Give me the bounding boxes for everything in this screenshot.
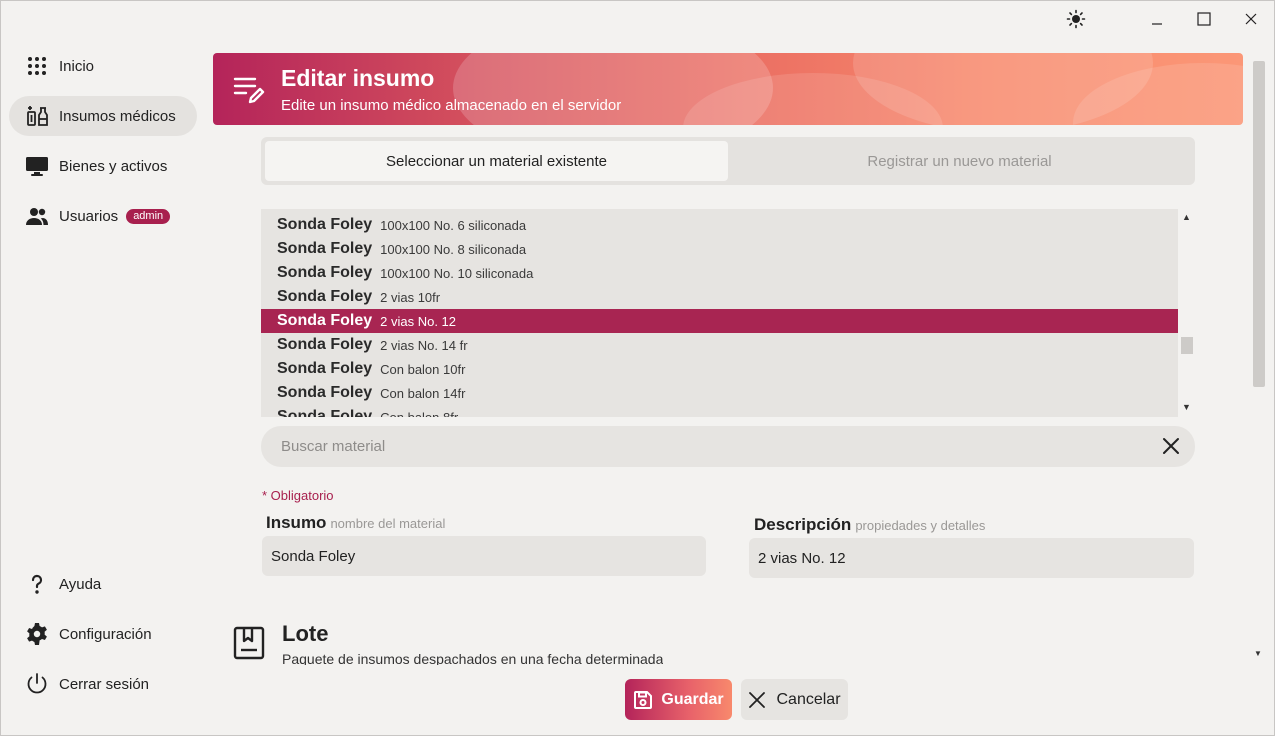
- list-item[interactable]: Sonda Foley: [261, 209, 1178, 213]
- material-name: Sonda Foley: [277, 312, 373, 329]
- material-description: 2 vias No. 12: [380, 313, 456, 329]
- material-description: 2 vias No. 14 fr: [380, 337, 468, 353]
- material-name: Sonda Foley: [277, 408, 373, 417]
- sidebar-item-usuarios[interactable]: Usuarios admin: [9, 196, 197, 236]
- close-icon: [1245, 13, 1257, 25]
- cancel-button[interactable]: Cancelar: [741, 679, 848, 720]
- sidebar: Inicio Insumos médicos Bienes y activos …: [1, 41, 205, 735]
- admin-badge: admin: [126, 208, 171, 224]
- sidebar-item-configuracion[interactable]: Configuración: [9, 614, 197, 654]
- material-name: Sonda Foley: [277, 336, 373, 353]
- lote-section-subtitle: Paquete de insumos despachados en una fe…: [282, 651, 664, 665]
- save-button-label: Guardar: [661, 690, 724, 708]
- page-subtitle: Edite un insumo médico almacenado en el …: [281, 97, 622, 114]
- descripcion-hint: propiedades y detalles: [855, 518, 986, 533]
- material-mode-tabs: Seleccionar un material existente Regist…: [261, 137, 1195, 185]
- sidebar-item-insumos[interactable]: Insumos médicos: [9, 96, 197, 136]
- material-name: Sonda Foley: [277, 384, 373, 401]
- list-item[interactable]: Sonda Foley Con balon 14fr: [261, 381, 1178, 405]
- search-input[interactable]: [281, 426, 1141, 467]
- sidebar-item-label: Inicio: [59, 57, 95, 75]
- list-item[interactable]: Sonda Foley 100x100 No. 10 siliconada: [261, 261, 1178, 285]
- scroll-down-icon[interactable]: ▼: [1182, 402, 1191, 412]
- material-name: Sonda Foley: [277, 240, 373, 257]
- insumo-label-text: Insumo: [266, 513, 327, 532]
- users-icon: [25, 204, 49, 228]
- material-name: Sonda Foley: [277, 360, 373, 377]
- insumo-field[interactable]: [262, 536, 706, 576]
- medical-supplies-icon: [25, 104, 49, 128]
- close-icon: [748, 690, 768, 710]
- minimize-button[interactable]: [1145, 7, 1169, 31]
- scroll-down-icon[interactable]: ▼: [1254, 649, 1262, 658]
- save-button[interactable]: Guardar: [625, 679, 732, 720]
- material-name: Sonda Foley: [277, 209, 372, 210]
- scroll-thumb[interactable]: [1181, 337, 1193, 354]
- sidebar-item-label: Usuarios: [59, 207, 119, 225]
- sidebar-item-label: Insumos médicos: [59, 107, 176, 125]
- list-item[interactable]: Sonda Foley 100x100 No. 6 siliconada: [261, 213, 1178, 237]
- material-description: Con balon 8fr: [380, 409, 459, 418]
- material-list[interactable]: Sonda Foley 100x100 No. 6 siliconada Sonda…: [261, 209, 1178, 417]
- bookmark-box-icon: [233, 626, 265, 660]
- descripcion-field[interactable]: [749, 538, 1194, 578]
- close-icon[interactable]: [1161, 436, 1181, 456]
- material-description: 100x100 No. 8 siliconada: [380, 241, 527, 257]
- material-name: Sonda Foley: [277, 264, 373, 281]
- material-description: Con balon 14fr: [380, 385, 466, 401]
- sidebar-item-label: Cerrar sesión: [59, 675, 150, 693]
- required-note: * Obligatorio: [262, 488, 334, 503]
- material-description: 2 vias 10fr: [380, 289, 441, 305]
- app-window: Inicio Insumos médicos Bienes y activos …: [0, 0, 1275, 736]
- close-window-button[interactable]: [1239, 7, 1263, 31]
- material-description: 100x100 No. 6 siliconada: [380, 217, 527, 233]
- list-item[interactable]: Sonda Foley 100x100 No. 8 siliconada: [261, 237, 1178, 261]
- list-item[interactable]: Sonda Foley Con balon 8fr: [261, 405, 1178, 417]
- sidebar-item-cerrar-sesion[interactable]: Cerrar sesión: [9, 664, 197, 704]
- insumo-hint: nombre del material: [330, 516, 446, 531]
- material-name: Sonda Foley: [277, 216, 373, 233]
- tab-select-existing[interactable]: Seleccionar un material existente: [265, 141, 728, 181]
- tab-register-new[interactable]: Registrar un nuevo material: [728, 141, 1191, 181]
- sidebar-item-label: Configuración: [59, 625, 152, 643]
- list-item[interactable]: Sonda Foley Con balon 10fr: [261, 357, 1178, 381]
- insumo-label: Insumo nombre del material: [266, 513, 445, 533]
- save-icon: [633, 690, 653, 710]
- descripcion-label: Descripción propiedades y detalles: [754, 515, 985, 535]
- cancel-button-label: Cancelar: [776, 690, 841, 708]
- theme-toggle-icon[interactable]: [1064, 7, 1088, 31]
- sidebar-item-label: Bienes y activos: [59, 157, 168, 175]
- sidebar-item-bienes[interactable]: Bienes y activos: [9, 146, 197, 186]
- lote-section-title: Lote: [282, 621, 329, 646]
- main-scroll-thumb[interactable]: [1253, 61, 1265, 387]
- maximize-icon: [1197, 12, 1211, 26]
- main-scrollbar[interactable]: ▼: [1251, 53, 1267, 673]
- maximize-button[interactable]: [1192, 7, 1216, 31]
- list-item[interactable]: Sonda Foley 2 vias No. 12: [261, 309, 1178, 333]
- descripcion-label-text: Descripción: [754, 515, 852, 534]
- edit-list-icon: [233, 75, 267, 105]
- material-description: 100x100 No. 10 siliconada: [380, 265, 534, 281]
- sidebar-item-inicio[interactable]: Inicio: [9, 46, 197, 86]
- page-header: Editar insumo Edite un insumo médico alm…: [213, 53, 1243, 125]
- minimize-icon: [1152, 23, 1162, 25]
- scroll-up-icon[interactable]: ▲: [1182, 212, 1191, 222]
- power-icon: [25, 672, 49, 696]
- material-search: [261, 426, 1195, 467]
- material-name: Sonda Foley: [277, 288, 373, 305]
- gear-icon: [25, 622, 49, 646]
- sidebar-item-label: Ayuda: [59, 575, 102, 593]
- help-icon: [25, 572, 49, 596]
- material-list-scrollbar[interactable]: ▲ ▼: [1178, 209, 1195, 417]
- list-item[interactable]: Sonda Foley 2 vias 10fr: [261, 285, 1178, 309]
- list-item[interactable]: Sonda Foley 2 vias No. 14 fr: [261, 333, 1178, 357]
- material-description: Con balon 10fr: [380, 361, 466, 377]
- sidebar-item-ayuda[interactable]: Ayuda: [9, 564, 197, 604]
- monitor-icon: [25, 154, 49, 178]
- page-title: Editar insumo: [281, 65, 435, 91]
- grid-dots-icon: [25, 54, 49, 78]
